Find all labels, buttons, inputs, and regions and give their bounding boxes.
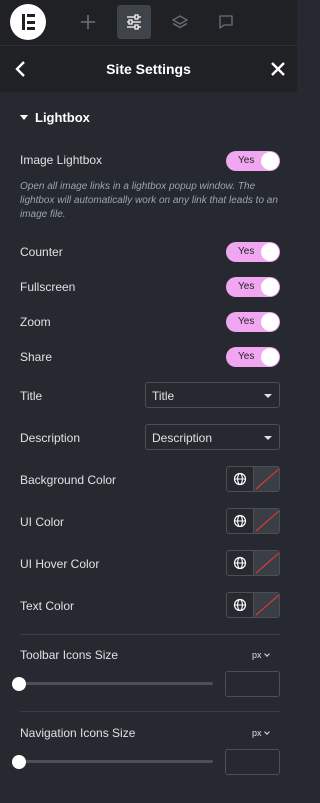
- section-title: Lightbox: [35, 110, 90, 125]
- color-swatch[interactable]: [254, 467, 279, 491]
- globe-icon[interactable]: [227, 467, 254, 491]
- text-color-picker: [226, 592, 280, 618]
- toggle-text: Yes: [238, 246, 255, 257]
- counter-label: Counter: [20, 245, 63, 259]
- navigation-icons-size-label: Navigation Icons Size: [20, 726, 136, 740]
- chat-icon[interactable]: [212, 8, 240, 36]
- counter-toggle[interactable]: Yes: [226, 242, 280, 262]
- image-lightbox-label: Image Lightbox: [20, 153, 103, 167]
- unit-selector[interactable]: px: [252, 650, 270, 660]
- toggle-text: Yes: [238, 316, 255, 327]
- elementor-logo-icon[interactable]: [10, 4, 46, 40]
- layers-icon[interactable]: [166, 8, 194, 36]
- sliders-icon[interactable]: [117, 5, 151, 39]
- ui-hover-color-label: UI Hover Color: [20, 557, 100, 571]
- navigation-icons-size-slider[interactable]: [20, 760, 213, 763]
- toggle-text: Yes: [238, 351, 255, 362]
- description-select[interactable]: Description: [145, 424, 280, 450]
- title-select[interactable]: Title: [145, 382, 280, 408]
- text-color-label: Text Color: [20, 599, 75, 613]
- slider-handle[interactable]: [12, 755, 26, 769]
- unit-value: px: [252, 728, 262, 738]
- image-lightbox-toggle[interactable]: Yes: [226, 151, 280, 171]
- zoom-label: Zoom: [20, 315, 51, 329]
- unit-selector[interactable]: px: [252, 728, 270, 738]
- toggle-knob: [261, 152, 279, 170]
- share-toggle[interactable]: Yes: [226, 347, 280, 367]
- share-label: Share: [20, 350, 53, 364]
- globe-icon[interactable]: [227, 593, 254, 617]
- ui-color-picker: [226, 508, 280, 534]
- toggle-knob: [261, 313, 279, 331]
- caret-down-icon: [264, 394, 272, 398]
- toolbar-icons-size-input[interactable]: [225, 671, 280, 697]
- background-color-picker: [226, 466, 280, 492]
- toggle-knob: [261, 348, 279, 366]
- close-icon[interactable]: [269, 60, 287, 78]
- slider-handle[interactable]: [12, 677, 26, 691]
- top-toolbar: [0, 0, 297, 45]
- toggle-knob: [261, 243, 279, 261]
- toolbar-icons-size-slider[interactable]: [20, 682, 213, 685]
- toggle-knob: [261, 278, 279, 296]
- color-swatch[interactable]: [254, 509, 279, 533]
- unit-value: px: [252, 650, 262, 660]
- divider: [20, 711, 280, 712]
- toolbar-icons-size-label: Toolbar Icons Size: [20, 648, 119, 662]
- chevron-down-icon: [263, 651, 270, 657]
- ui-color-label: UI Color: [20, 515, 65, 529]
- select-value: Title: [152, 389, 175, 403]
- chevron-down-icon: [263, 729, 270, 735]
- globe-icon[interactable]: [227, 551, 254, 575]
- fullscreen-toggle[interactable]: Yes: [226, 277, 280, 297]
- toggle-text: Yes: [238, 281, 255, 292]
- description-label: Description: [20, 431, 81, 445]
- divider: [20, 634, 280, 635]
- globe-icon[interactable]: [227, 509, 254, 533]
- color-swatch[interactable]: [254, 551, 279, 575]
- caret-down-icon: [20, 115, 28, 120]
- color-swatch[interactable]: [254, 593, 279, 617]
- ui-hover-color-picker: [226, 550, 280, 576]
- select-value: Description: [152, 431, 213, 445]
- title-label: Title: [20, 389, 43, 403]
- panel-header: Site Settings: [0, 45, 297, 92]
- fullscreen-label: Fullscreen: [20, 280, 76, 294]
- caret-down-icon: [264, 436, 272, 440]
- toggle-text: Yes: [238, 155, 255, 166]
- background-color-label: Background Color: [20, 473, 117, 487]
- zoom-toggle[interactable]: Yes: [226, 312, 280, 332]
- image-lightbox-description: Open all image links in a lightbox popup…: [20, 181, 278, 220]
- navigation-icons-size-input[interactable]: [225, 749, 280, 775]
- page-title: Site Settings: [106, 61, 191, 77]
- section-lightbox-toggle[interactable]: Lightbox: [0, 100, 297, 136]
- plus-icon[interactable]: [74, 8, 102, 36]
